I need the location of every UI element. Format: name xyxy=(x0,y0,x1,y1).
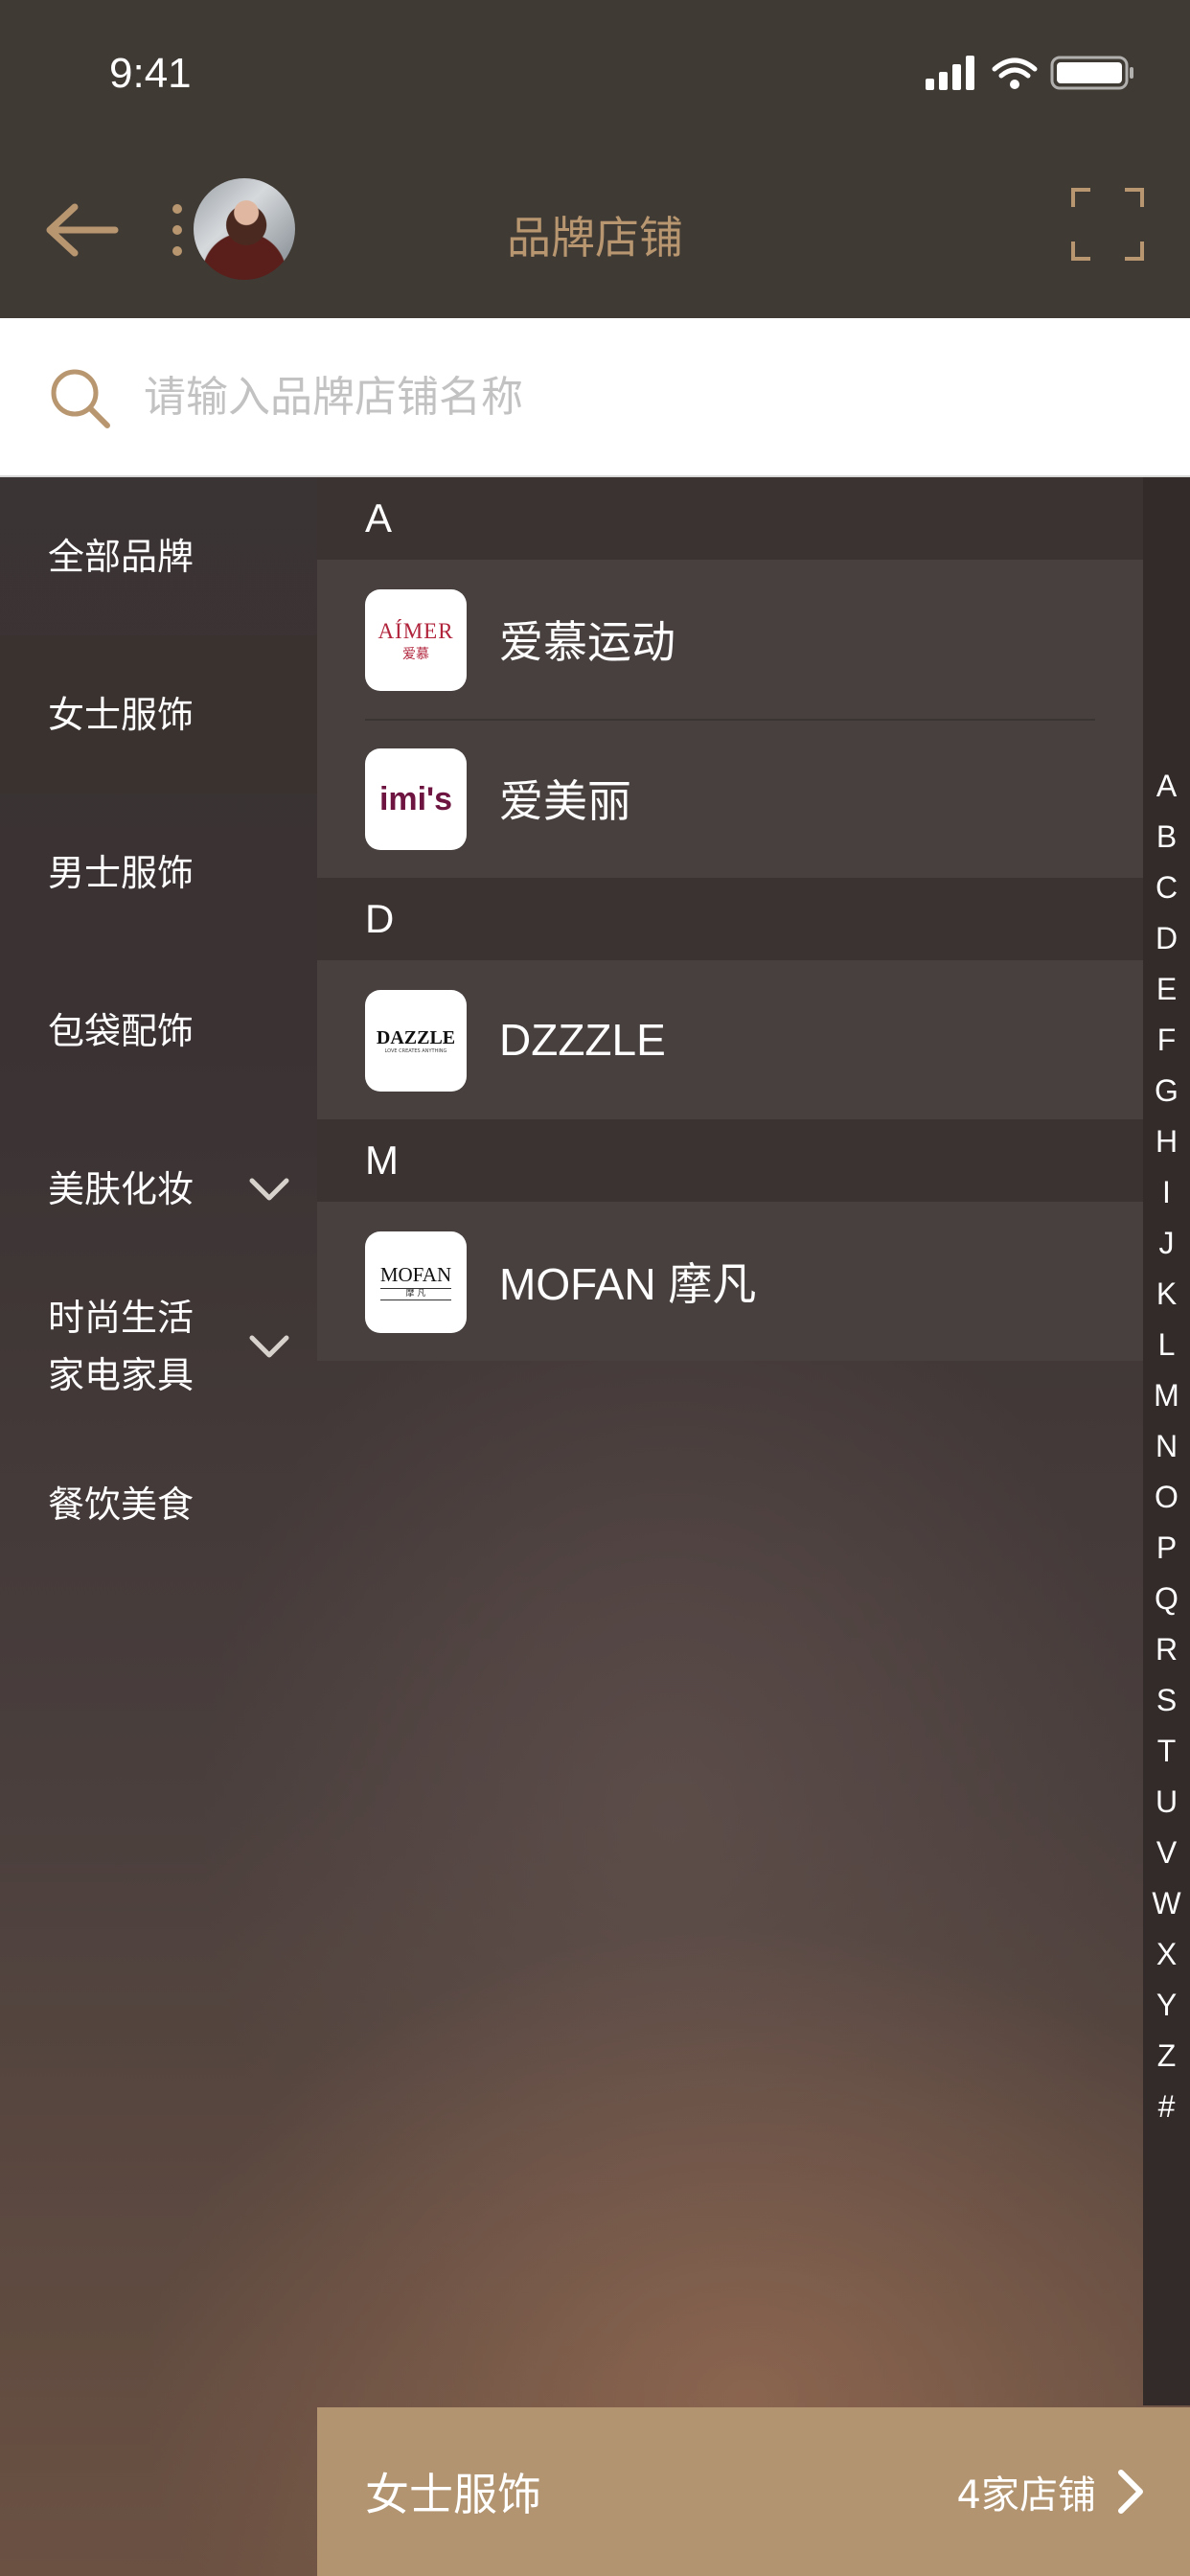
index-letter[interactable]: K xyxy=(1143,1269,1190,1320)
alphabet-index-bar[interactable]: A B C D E F G H I J K L M N O P Q R S T U V W X Y Z # xyxy=(1143,477,1190,2405)
section-header-d: D xyxy=(317,878,1143,960)
logo-text: DAZZLE xyxy=(376,1026,456,1048)
sidebar-item-label: 美肤化妆 xyxy=(48,1167,195,1210)
index-letter[interactable]: N xyxy=(1143,1421,1190,1472)
mofan-logo: MOFAN 摩 凡 xyxy=(365,1231,467,1333)
logo-subtext: LOVE CREATES ANYTHING xyxy=(384,1047,447,1054)
page-title: 品牌店铺 xyxy=(507,212,683,264)
index-letter[interactable]: Q xyxy=(1143,1574,1190,1624)
category-sidebar: 全部品牌 女士服饰 男士服饰 包袋配饰 美肤化妆 时尚生活 家电家具 餐饮美食 xyxy=(0,477,317,2576)
logo-text: MOFAN xyxy=(379,1262,452,1286)
section-letter: M xyxy=(365,1138,399,1183)
sidebar-item-beauty[interactable]: 美肤化妆 xyxy=(0,1110,317,1268)
sidebar-item-mens-apparel[interactable]: 男士服饰 xyxy=(0,794,317,952)
sidebar-item-bags-accessories[interactable]: 包袋配饰 xyxy=(0,952,317,1110)
index-letter[interactable]: D xyxy=(1143,913,1190,964)
sidebar-item-label: 时尚生活 家电家具 xyxy=(48,1289,194,1404)
store-name: 爱慕运动 xyxy=(499,617,675,667)
store-list: A AÍMER 爱慕 爱慕运动 imi's 爱美丽 D DAZZLE LOVE … xyxy=(317,477,1143,2407)
index-letter[interactable]: F xyxy=(1143,1015,1190,1066)
logo-subtext: 爱慕 xyxy=(402,646,429,662)
index-letter[interactable]: E xyxy=(1143,964,1190,1015)
index-letter[interactable]: I xyxy=(1143,1167,1190,1218)
index-letter[interactable]: J xyxy=(1143,1218,1190,1269)
status-icons xyxy=(926,56,1133,90)
section-letter: D xyxy=(365,896,395,941)
index-letter[interactable]: L xyxy=(1143,1320,1190,1370)
store-name: DZZZLE xyxy=(499,1015,666,1065)
search-bar xyxy=(0,318,1190,477)
logo-text: imi's xyxy=(378,780,453,817)
sidebar-item-womens-apparel[interactable]: 女士服饰 xyxy=(0,635,317,794)
store-name: MOFAN 摩凡 xyxy=(499,1259,757,1309)
logo-subtext: 摩 凡 xyxy=(379,1287,452,1300)
search-input[interactable] xyxy=(144,360,1102,433)
chevron-down-icon[interactable] xyxy=(248,1334,290,1359)
index-letter[interactable]: X xyxy=(1143,1929,1190,1980)
category-title: 女士服饰 xyxy=(365,2469,541,2520)
sidebar-item-label-line1: 时尚生活 xyxy=(48,1297,195,1339)
sidebar-item-label-line2: 家电家具 xyxy=(48,1354,195,1396)
index-letter[interactable]: H xyxy=(1143,1116,1190,1167)
store-row-mofan[interactable]: MOFAN 摩 凡 MOFAN 摩凡 xyxy=(317,1202,1143,1361)
alphabet-index: A B C D E F G H I J K L M N O P Q R S T U V W X Y Z # xyxy=(1143,761,1190,2132)
sidebar-item-label: 男士服饰 xyxy=(48,851,195,894)
index-letter[interactable]: A xyxy=(1143,761,1190,812)
status-time: 9:41 xyxy=(109,50,192,97)
index-letter[interactable]: Y xyxy=(1143,1980,1190,2031)
index-letter[interactable]: M xyxy=(1143,1370,1190,1421)
aimer-logo: AÍMER 爱慕 xyxy=(365,589,467,691)
imis-logo: imi's xyxy=(365,748,467,850)
sidebar-item-all-brands[interactable]: 全部品牌 xyxy=(0,477,317,635)
index-letter[interactable]: R xyxy=(1143,1624,1190,1675)
index-letter[interactable]: T xyxy=(1143,1726,1190,1777)
store-count: 4家店铺 xyxy=(956,2473,1096,2518)
store-name: 爱美丽 xyxy=(499,776,631,826)
logo-text: AÍMER xyxy=(378,618,454,643)
section-header-m: M xyxy=(317,1119,1143,1202)
chevron-right-icon[interactable] xyxy=(1115,2467,1148,2517)
index-letter[interactable]: P xyxy=(1143,1523,1190,1574)
chevron-down-icon[interactable] xyxy=(248,1177,290,1202)
sidebar-item-food-dining[interactable]: 餐饮美食 xyxy=(0,1425,317,1583)
store-row-imis[interactable]: imi's 爱美丽 xyxy=(317,719,1143,878)
section-header-a: A xyxy=(317,477,1143,560)
dazzle-logo: DAZZLE LOVE CREATES ANYTHING xyxy=(365,990,467,1092)
index-letter[interactable]: G xyxy=(1143,1066,1190,1116)
search-icon xyxy=(51,369,110,428)
index-letter[interactable]: # xyxy=(1143,2082,1190,2132)
index-letter[interactable]: S xyxy=(1143,1675,1190,1726)
sidebar-item-lifestyle-home[interactable]: 时尚生活 家电家具 xyxy=(0,1268,317,1425)
index-letter[interactable]: W xyxy=(1143,1878,1190,1929)
sidebar-item-label: 包袋配饰 xyxy=(48,1009,195,1052)
sidebar-item-label: 餐饮美食 xyxy=(48,1483,195,1526)
index-letter[interactable]: C xyxy=(1143,862,1190,913)
header: 9:41 品牌店铺 xyxy=(0,0,1190,318)
index-letter[interactable]: O xyxy=(1143,1472,1190,1523)
index-letter[interactable]: V xyxy=(1143,1828,1190,1878)
scan-icon[interactable] xyxy=(1071,188,1144,261)
index-letter[interactable]: Z xyxy=(1143,2031,1190,2082)
store-row-dzzzle[interactable]: DAZZLE LOVE CREATES ANYTHING DZZZLE xyxy=(317,960,1143,1119)
category-summary-bar[interactable]: 女士服饰 4家店铺 xyxy=(317,2407,1190,2576)
sidebar-item-label: 全部品牌 xyxy=(48,535,195,578)
index-letter[interactable]: U xyxy=(1143,1777,1190,1828)
index-letter[interactable]: B xyxy=(1143,812,1190,862)
store-row-aimer[interactable]: AÍMER 爱慕 爱慕运动 xyxy=(317,560,1143,719)
section-letter: A xyxy=(365,495,393,540)
sidebar-item-label: 女士服饰 xyxy=(48,693,195,736)
